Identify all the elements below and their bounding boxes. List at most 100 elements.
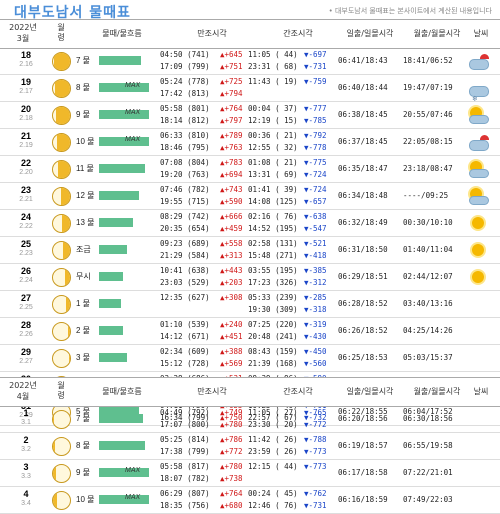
sunrise-sunset: 06:31/18:50 [338,244,388,256]
low-tide-1: 08:43 (159) [248,346,298,358]
header-moon-age: 월령 [56,381,66,401]
cloud-icon [469,59,489,70]
moon-lit-part [54,53,70,70]
high-tide-1-diff: ▲+743 [220,184,243,196]
high-tide-1: 04:50 (741) [160,49,210,61]
day-number: 24 [10,212,42,222]
high-tide-2-diff: ▲+794 [220,88,243,100]
moon-lit-part [63,242,70,259]
low-tide-1-diff: ▼-762 [304,488,327,500]
low-tide-1: 11:05 ( 27) [248,407,298,419]
lunar-date: 2.17 [10,88,42,95]
sunrise-sunset: 06:41/18:43 [338,55,388,67]
high-tide-1: 04:49 (792) [160,407,210,419]
table-row: 212.1910 물MAX06:33 (810)▲+78918:46 (795)… [0,129,500,156]
lunar-date: 3.2 [10,446,42,453]
low-tide-1: 07:25 (220) [248,319,298,331]
low-tide-1-diff: ▼-285 [304,292,327,304]
tide-name: 조금 [76,244,91,255]
moon-phase-icon [52,79,71,98]
low-tide-2: 12:19 ( 15) [248,115,298,127]
tide-name: 1 물 [76,298,90,309]
header-moon-age: 월령 [56,23,66,43]
header-month: 4월 [4,392,42,402]
high-tide-2-diff: ▲+459 [220,223,243,235]
lunar-date: 2.21 [10,196,42,203]
tide-name: 10 물 [76,136,94,147]
tide-flow-bar [99,299,121,308]
high-tide-2: 17:42 (813) [160,88,210,100]
high-tide-1-diff: ▲+725 [220,76,243,88]
tide-flow-bar [99,137,149,146]
tide-flow-bar [99,245,127,254]
table-row: 262.24무시10:41 (638)▲+44323:03 (529)▲+203… [0,264,500,291]
high-tide-1: 07:46 (782) [160,184,210,196]
sunrise-sunset: 06:40/18:44 [338,82,388,94]
high-tide-2: 20:35 (654) [160,223,210,235]
table-row: 272.251 물12:35 (627)▲+30805:33 (239)▼-28… [0,291,500,318]
table-row: 33.39 물MAX05:58 (817)▲+78018:07 (782)▲+7… [0,460,500,487]
header-weather: 날씨 [466,387,496,397]
moonrise-moonset: 07:49/22:03 [403,494,453,506]
header-year: 2022년 [4,23,42,33]
high-tide-2: 19:20 (763) [160,169,210,181]
low-tide-2: 23:31 ( 68) [248,61,298,73]
high-tide-1: 07:08 (804) [160,157,210,169]
table-row: 23.28 물05:25 (814)▲+78617:38 (799)▲+7721… [0,433,500,460]
low-tide-1: 00:04 ( 37) [248,103,298,115]
table-row: 13.17 물04:49 (792)▲+74917:07 (800)▲+7801… [0,406,500,433]
day-number: 29 [10,347,42,357]
high-tide-2-diff: ▲+680 [220,500,243,512]
low-tide-1-diff: ▼-775 [304,157,327,169]
low-tide-2: 14:08 (125) [248,196,298,208]
tide-name: 8 물 [76,440,90,451]
moon-lit-part [53,465,56,482]
high-tide-2: 19:55 (715) [160,196,210,208]
low-tide-1-diff: ▼-777 [304,103,327,115]
moon-lit-part [53,438,55,455]
low-tide-1-diff: ▼-319 [304,319,327,331]
low-tide-1-diff: ▼-792 [304,130,327,142]
low-tide-2-diff: ▼-773 [304,446,327,458]
table-header: 2022년3월월령물때/물흐름만조시각간조시각일출/일몰시각월출/월몰시각날씨 [0,19,500,49]
tide-name: 8 물 [76,82,90,93]
high-tide-1: 01:10 (539) [160,319,210,331]
table-row: 43.410 물MAX06:29 (807)▲+76418:35 (756)▲+… [0,487,500,514]
low-tide-2: 21:39 (168) [248,358,298,370]
low-tide-2-diff: ▼-657 [304,196,327,208]
tide-flow-bar [99,110,149,119]
high-tide-2-diff: ▲+751 [220,61,243,73]
moon-phase-icon [52,491,71,510]
low-tide-2-diff: ▼-724 [304,169,327,181]
sun-icon [472,217,484,229]
moon-phase-icon [52,349,71,368]
high-tide-1-diff: ▲+443 [220,265,243,277]
day-number: 2 [10,435,42,445]
high-tide-2: 15:12 (728) [160,358,210,370]
low-tide-2-diff: ▼-318 [304,304,327,316]
table-row: 222.2011 물07:08 (804)▲+78319:20 (763)▲+6… [0,156,500,183]
low-tide-1-diff: ▼-385 [304,265,327,277]
moon-phase-icon [52,464,71,483]
tide-flow-bar [99,441,145,450]
sunrise-sunset: 06:16/18:59 [338,494,388,506]
low-tide-2: 13:31 ( 69) [248,169,298,181]
high-tide-2-diff: ▲+694 [220,169,243,181]
high-tide-1-diff: ▲+786 [220,434,243,446]
tide-name: 9 물 [76,109,90,120]
day-number: 26 [10,266,42,276]
header-high-tide: 만조시각 [172,387,252,397]
tide-name: 11 물 [76,163,94,174]
low-tide-1: 01:41 ( 39) [248,184,298,196]
tide-flow-bar [99,353,127,362]
day-number: 3 [10,462,42,472]
tide-name: 무시 [76,271,91,282]
high-tide-2: 23:03 (529) [160,277,210,289]
day-number: 21 [10,131,42,141]
weather-icon [468,51,488,71]
tide-max-label: MAX [125,109,140,116]
lunar-date: 2.26 [10,331,42,338]
high-tide-2: 18:35 (756) [160,500,210,512]
high-tide-1-diff: ▲+780 [220,461,243,473]
high-tide-2: 18:46 (795) [160,142,210,154]
